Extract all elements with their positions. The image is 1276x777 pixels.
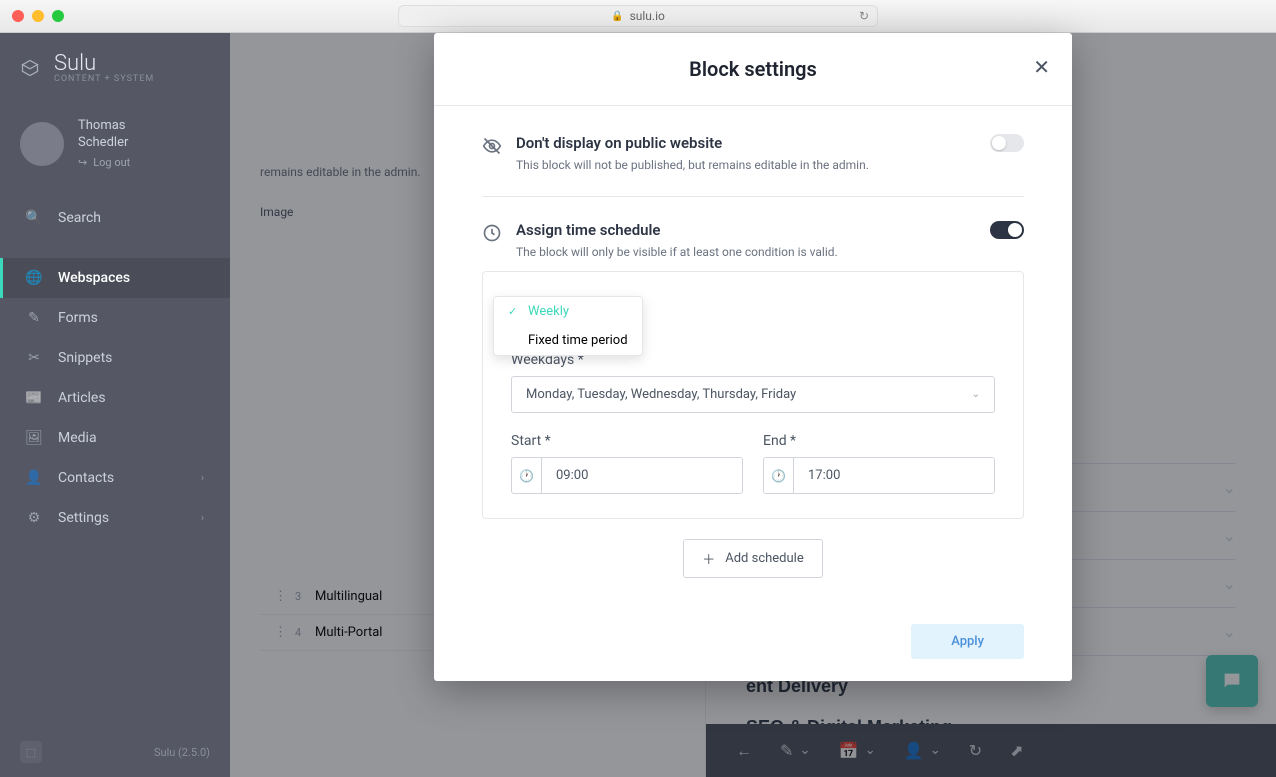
version-label: Sulu (2.5.0) xyxy=(154,746,210,759)
sidebar-item-label: Media xyxy=(58,430,97,446)
eye-off-icon xyxy=(482,136,502,156)
pencil-icon: ✎ xyxy=(26,310,42,326)
logout-link[interactable]: ↪ Log out xyxy=(78,156,130,170)
sidebar-brand: Sulu CONTENT + SYSTEM xyxy=(0,33,230,94)
sidebar-item-label: Settings xyxy=(58,510,109,526)
dropdown-label: Weekly xyxy=(528,304,569,319)
clock-icon: 🕐 xyxy=(512,458,542,493)
setting-dont-display: Don't display on public website This blo… xyxy=(482,134,1024,196)
schedule-type-dropdown: ✓ Weekly Fixed time period xyxy=(493,296,643,356)
sidebar-footer: ⬚ Sulu (2.5.0) xyxy=(0,727,230,777)
sidebar-item-search[interactable]: 🔍 Search xyxy=(0,198,230,238)
start-time-input[interactable]: 🕐 xyxy=(511,457,743,494)
toggle-time-schedule[interactable] xyxy=(990,221,1024,239)
scissors-icon: ✂ xyxy=(26,350,42,366)
sidebar-item-settings[interactable]: ⚙ Settings › xyxy=(0,498,230,538)
sidebar-item-label: Forms xyxy=(58,310,98,326)
add-schedule-button[interactable]: ＋ Add schedule xyxy=(683,539,823,578)
sidebar-item-webspaces[interactable]: 🌐 Webspaces xyxy=(0,258,230,298)
check-icon: ✓ xyxy=(508,305,520,318)
modal-title: Block settings xyxy=(689,57,817,81)
url-bar[interactable]: 🔒 sulu.io ↻ xyxy=(398,5,878,27)
sidebar: Sulu CONTENT + SYSTEM Thomas Schedler ↪ … xyxy=(0,33,230,777)
chevron-right-icon: › xyxy=(201,473,204,484)
logout-label: Log out xyxy=(93,156,130,170)
setting-time-schedule: Assign time schedule The block will only… xyxy=(482,221,1024,267)
sidebar-item-snippets[interactable]: ✂ Snippets xyxy=(0,338,230,378)
logout-icon: ↪ xyxy=(78,156,87,170)
modal: Block settings ✕ Don't display on public… xyxy=(434,33,1072,681)
plus-icon: ＋ xyxy=(702,549,715,568)
dropdown-item-weekly[interactable]: ✓ Weekly xyxy=(494,297,642,326)
add-schedule-label: Add schedule xyxy=(725,551,804,566)
brand-sub: CONTENT + SYSTEM xyxy=(54,74,154,84)
end-time-input[interactable]: 🕐 xyxy=(763,457,995,494)
user-icon: 👤 xyxy=(26,470,42,486)
window-minimize-icon[interactable] xyxy=(32,10,44,22)
dropdown-label: Fixed time period xyxy=(528,333,628,348)
start-label: Start * xyxy=(511,433,743,449)
search-icon: 🔍 xyxy=(26,210,42,226)
sidebar-item-label: Search xyxy=(58,210,101,226)
image-icon: 🖼 xyxy=(26,430,42,446)
modal-header: Block settings ✕ xyxy=(434,33,1072,106)
clock-icon: 🕐 xyxy=(764,458,794,493)
setting-title: Don't display on public website xyxy=(516,134,976,152)
user-last-name: Schedler xyxy=(78,135,130,152)
gear-icon: ⚙ xyxy=(26,510,42,526)
lock-icon: 🔒 xyxy=(611,11,623,22)
brand-icon xyxy=(20,58,40,78)
window-close-icon[interactable] xyxy=(12,10,24,22)
close-icon[interactable]: ✕ xyxy=(1033,55,1050,79)
start-time-field[interactable] xyxy=(542,458,742,493)
end-time-field[interactable] xyxy=(794,458,994,493)
sidebar-item-forms[interactable]: ✎ Forms xyxy=(0,298,230,338)
newspaper-icon: 📰 xyxy=(26,390,42,406)
end-label: End * xyxy=(763,433,995,449)
sidebar-item-contacts[interactable]: 👤 Contacts › xyxy=(0,458,230,498)
user-block: Thomas Schedler ↪ Log out xyxy=(0,94,230,188)
sidebar-item-label: Articles xyxy=(58,390,106,406)
sidebar-item-label: Snippets xyxy=(58,350,112,366)
setting-desc: This block will not be published, but re… xyxy=(516,158,976,172)
window-zoom-icon[interactable] xyxy=(52,10,64,22)
sidebar-item-label: Webspaces xyxy=(58,270,130,286)
sidebar-item-articles[interactable]: 📰 Articles xyxy=(0,378,230,418)
clock-icon xyxy=(482,223,502,243)
sidebar-item-media[interactable]: 🖼 Media xyxy=(0,418,230,458)
setting-desc: The block will only be visible if at lea… xyxy=(516,245,976,259)
dropdown-item-fixed[interactable]: Fixed time period xyxy=(494,326,642,355)
toggle-dont-display[interactable] xyxy=(990,134,1024,152)
weekdays-value: Monday, Tuesday, Wednesday, Thursday, Fr… xyxy=(526,387,796,402)
setting-title: Assign time schedule xyxy=(516,221,976,239)
schedule-box: ✓ Weekly Fixed time period Weekdays * Mo… xyxy=(482,271,1024,519)
weekdays-select[interactable]: Monday, Tuesday, Wednesday, Thursday, Fr… xyxy=(511,376,995,413)
brand-name: Sulu xyxy=(54,51,154,76)
chevron-down-icon: ⌄ xyxy=(972,389,980,400)
avatar[interactable] xyxy=(20,122,64,166)
sidebar-item-label: Contacts xyxy=(58,470,114,486)
user-first-name: Thomas xyxy=(78,118,130,135)
help-icon[interactable]: ⬚ xyxy=(20,741,42,763)
chevron-right-icon: › xyxy=(201,513,204,524)
window-chrome: 🔒 sulu.io ↻ xyxy=(0,0,1276,33)
refresh-icon[interactable]: ↻ xyxy=(859,9,869,23)
globe-icon: 🌐 xyxy=(26,270,42,286)
url-text: sulu.io xyxy=(630,9,665,23)
modal-overlay[interactable]: Block settings ✕ Don't display on public… xyxy=(230,33,1276,777)
apply-button[interactable]: Apply xyxy=(911,624,1024,659)
